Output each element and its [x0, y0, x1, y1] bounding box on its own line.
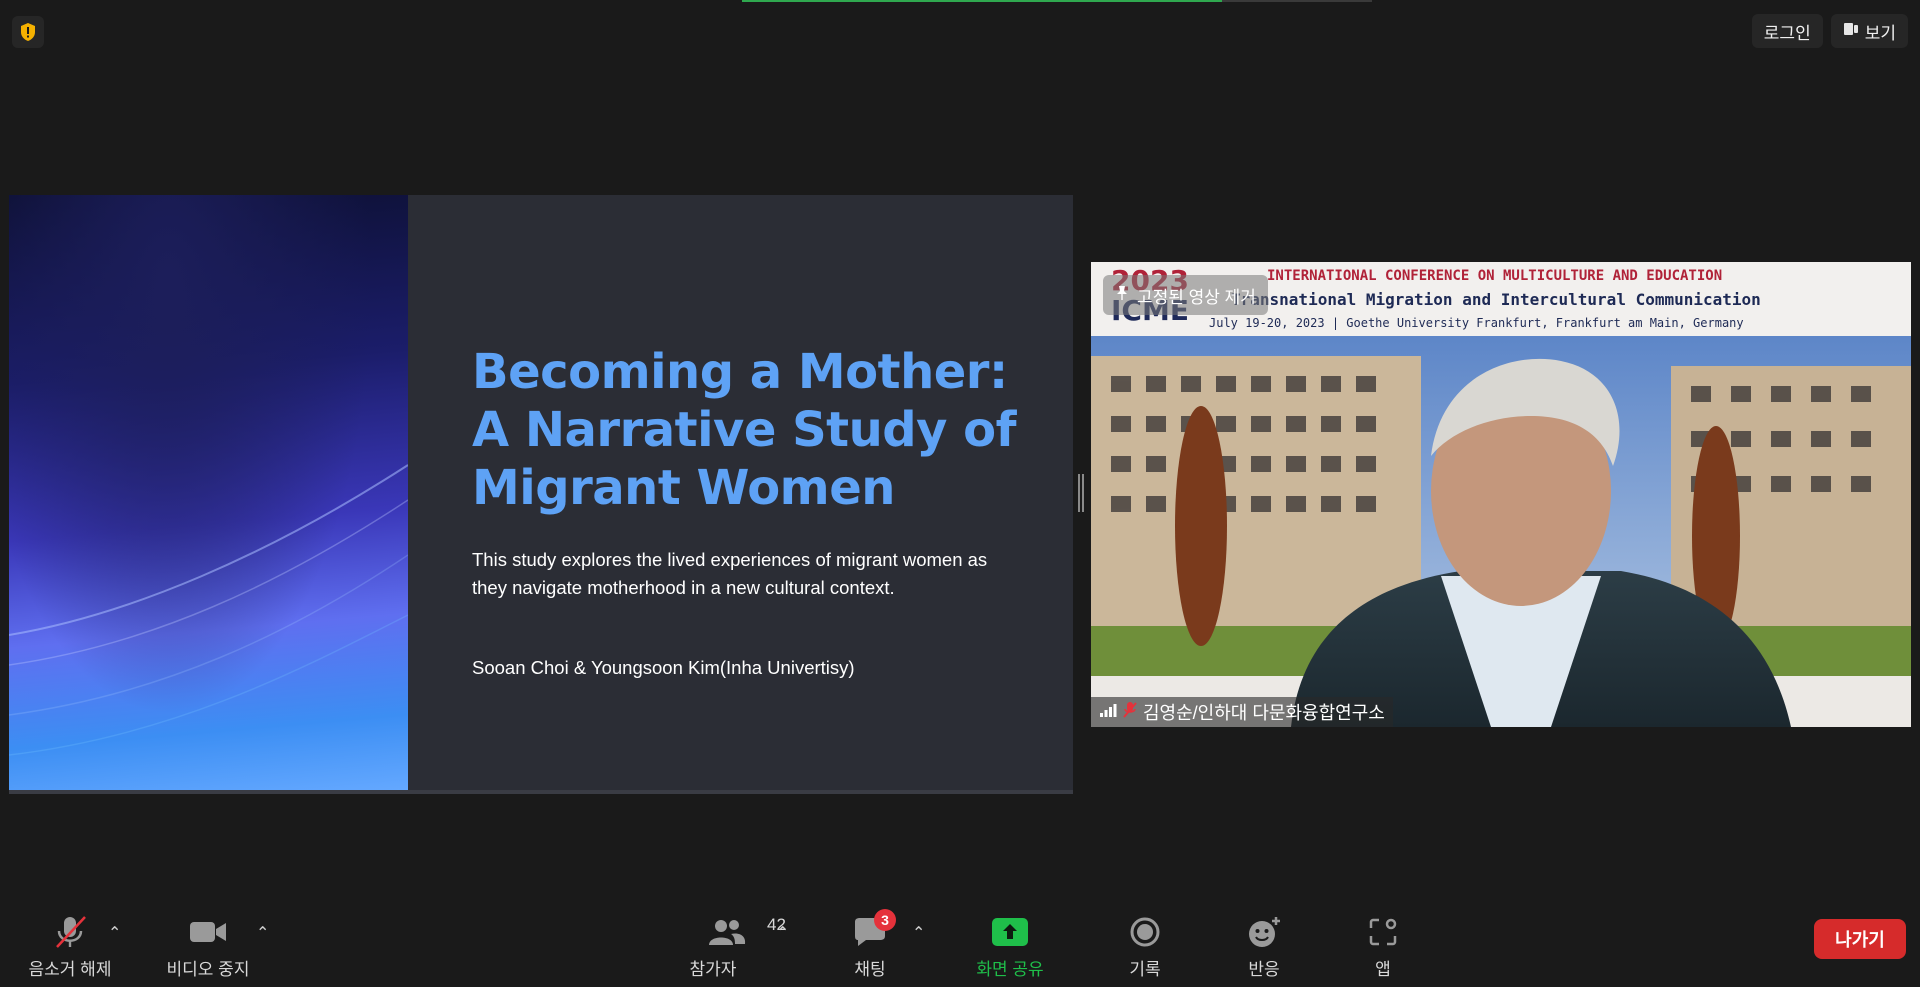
unpin-video-label: 고정된 영상 제거	[1137, 287, 1256, 307]
share-screen-button[interactable]: 화면 공유	[960, 909, 1060, 987]
audio-options-caret-icon[interactable]: ⌃	[108, 923, 121, 943]
signal-strength-icon	[1099, 702, 1117, 723]
meeting-toolbar: 음소거 해제 ⌃ 비디오 중지 ⌃ 42 참가자 ⌃ 3 채팅 ⌃ 화면 공유 …	[0, 905, 1920, 987]
login-button[interactable]: 로그인	[1751, 14, 1823, 48]
stop-video-label: 비디오 중지	[166, 960, 250, 979]
chat-bubble-icon: 3	[852, 909, 896, 955]
chat-options-caret-icon[interactable]: ⌃	[912, 923, 925, 943]
slide-title-line-2: A Narrative Study of	[472, 402, 1017, 458]
chat-button[interactable]: 3 채팅	[840, 909, 900, 987]
record-label: 기록	[1129, 960, 1161, 979]
unpin-video-button[interactable]: 고정된 영상 제거	[1103, 275, 1268, 315]
video-background-scene	[1091, 336, 1911, 727]
view-layout-icon	[1843, 21, 1859, 42]
login-label: 로그인	[1763, 23, 1811, 43]
slide-title: Becoming a Mother: A Narrative Study of …	[472, 343, 1032, 517]
slide-body-text: This study explores the lived experience…	[472, 549, 988, 598]
participants-options-caret-icon[interactable]: ⌃	[776, 923, 789, 943]
record-icon	[1129, 909, 1161, 955]
participants-icon-wrap: 42	[707, 909, 786, 955]
view-button[interactable]: 보기	[1830, 14, 1908, 48]
banner-line-2: Transnational Migration and Intercultura…	[1231, 290, 1761, 309]
unmute-label: 음소거 해제	[28, 960, 112, 979]
top-progress-bar	[742, 0, 1372, 2]
slide-authors: Sooan Choi & Youngsoon Kim(Inha Univerti…	[472, 657, 855, 678]
muted-mic-icon	[1123, 701, 1137, 724]
chat-label: 채팅	[854, 960, 886, 979]
apps-button[interactable]: 앱	[1348, 909, 1418, 987]
banner-line-3: July 19-20, 2023 | Goethe University Fra…	[1209, 316, 1744, 330]
share-screen-label: 화면 공유	[976, 960, 1044, 979]
slide-decorative-art	[9, 195, 408, 790]
apps-label: 앱	[1375, 960, 1391, 979]
pin-icon	[1115, 285, 1129, 306]
participant-name: 김영순/인하대 다문화융합연구소	[1143, 703, 1385, 723]
share-screen-icon	[992, 909, 1028, 955]
slide-title-line-3: Migrant Women	[472, 460, 895, 516]
video-camera-icon	[189, 909, 227, 955]
participants-icon	[709, 920, 746, 945]
shared-screen: Becoming a Mother: A Narrative Study of …	[9, 195, 1073, 794]
participant-video[interactable]: 2023 ICME INTERNATIONAL CONFERENCE ON MU…	[1091, 262, 1911, 727]
participant-name-tag: 김영순/인하대 다문화융합연구소	[1091, 697, 1393, 727]
apps-icon	[1368, 909, 1398, 955]
leave-meeting-button[interactable]: 나가기	[1814, 919, 1906, 959]
banner-line-1: INTERNATIONAL CONFERENCE ON MULTICULTURE…	[1267, 268, 1723, 284]
participants-button[interactable]: 42 참가자	[672, 909, 786, 987]
view-label: 보기	[1864, 23, 1896, 43]
panel-resize-handle[interactable]	[1078, 474, 1086, 512]
zoom-meeting-window: 로그인 보기 Becoming a Mother: A Narrative St…	[0, 0, 1920, 987]
video-options-caret-icon[interactable]: ⌃	[256, 923, 269, 943]
leave-label: 나가기	[1835, 930, 1885, 950]
reactions-button[interactable]: 반응	[1229, 909, 1299, 987]
unmute-button[interactable]: 음소거 해제	[20, 909, 120, 987]
security-shield-icon[interactable]	[12, 16, 44, 48]
participants-label: 참가자	[689, 960, 737, 979]
chat-unread-badge: 3	[874, 909, 896, 931]
muted-microphone-icon	[53, 909, 87, 955]
record-button[interactable]: 기록	[1110, 909, 1180, 987]
emoji-reaction-icon	[1246, 909, 1282, 955]
stop-video-button[interactable]: 비디오 중지	[158, 909, 258, 987]
slide-title-line-1: Becoming a Mother:	[472, 344, 1008, 400]
reactions-label: 반응	[1248, 960, 1280, 979]
